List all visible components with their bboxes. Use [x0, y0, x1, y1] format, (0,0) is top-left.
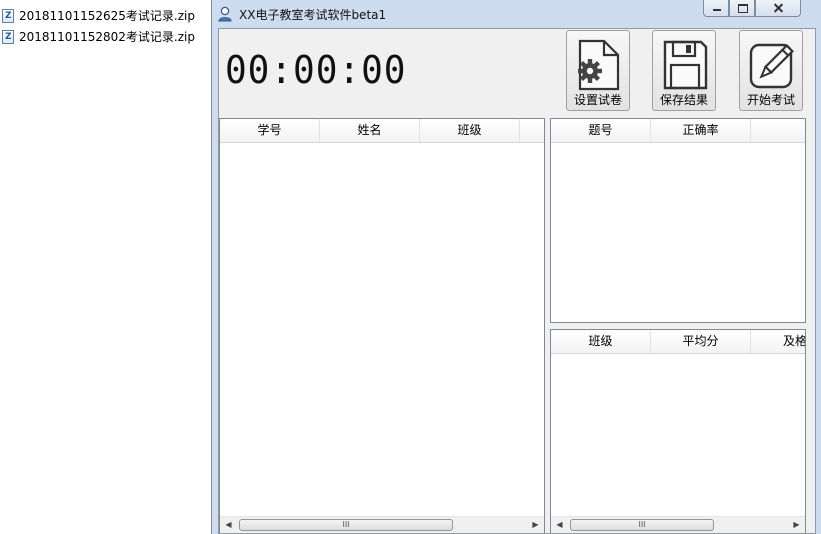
column-header-class[interactable]: 班级: [551, 330, 651, 353]
column-header-student-id[interactable]: 学号: [220, 119, 320, 142]
start-exam-label: 开始考试: [746, 93, 795, 107]
students-list[interactable]: 学号 姓名 班级 ◀ III ▶: [219, 118, 545, 533]
window-title: XX电子教室考试软件beta1: [239, 8, 387, 22]
window-controls: [703, 0, 801, 18]
scroll-left-arrow-icon[interactable]: ◀: [220, 517, 237, 533]
pencil-icon: [749, 43, 794, 89]
scroll-right-arrow-icon[interactable]: ▶: [788, 517, 805, 533]
file-name: 20181101152802考试记录.zip: [19, 30, 195, 44]
column-header-accuracy[interactable]: 正确率: [651, 119, 751, 142]
class-stats-list[interactable]: 班级 平均分 及格 ◀ III ▶: [550, 329, 806, 533]
file-name: 20181101152625考试记录.zip: [19, 9, 195, 23]
close-button[interactable]: [755, 0, 801, 17]
title-bar[interactable]: XX电子教室考试软件beta1: [212, 0, 821, 28]
start-exam-button[interactable]: 开始考试: [739, 30, 803, 111]
scroll-left-arrow-icon[interactable]: ◀: [551, 517, 568, 533]
timer-display: 00:00:00: [225, 48, 407, 92]
column-header-average[interactable]: 平均分: [651, 330, 751, 353]
scroll-right-arrow-icon[interactable]: ▶: [527, 517, 544, 533]
user-icon: [218, 6, 232, 22]
main-panel: 00:00:00 设置试卷 保存结果 开始考试 学号 姓名 班级 ◀ III ▶…: [218, 28, 816, 534]
file-item[interactable]: 20181101152802考试记录.zip: [0, 27, 212, 48]
setup-paper-label: 设置试卷: [573, 93, 622, 107]
column-header-name[interactable]: 姓名: [320, 119, 420, 142]
app-window: XX电子教室考试软件beta1 00:00:00 设置试卷 保存结果 开始考试 …: [211, 0, 821, 534]
setup-paper-button[interactable]: 设置试卷: [566, 30, 630, 111]
maximize-button[interactable]: [729, 0, 755, 17]
class-stats-list-header: 班级 平均分 及格: [551, 330, 805, 354]
column-header-filler: [520, 119, 544, 142]
gear-document-icon: [578, 39, 620, 91]
floppy-disk-icon: [663, 40, 708, 90]
column-header-pass[interactable]: 及格: [751, 330, 805, 353]
column-header-class[interactable]: 班级: [420, 119, 520, 142]
minimize-button[interactable]: [703, 0, 729, 17]
save-results-button[interactable]: 保存结果: [652, 30, 716, 111]
scrollbar-thumb[interactable]: III: [570, 519, 714, 531]
horizontal-scrollbar[interactable]: ◀ III ▶: [220, 516, 544, 533]
scrollbar-thumb[interactable]: III: [239, 519, 453, 531]
questions-list-header: 题号 正确率: [551, 119, 805, 143]
save-results-label: 保存结果: [659, 93, 708, 107]
students-list-header: 学号 姓名 班级: [220, 119, 544, 143]
file-list: 20181101152625考试记录.zip 20181101152802考试记…: [0, 6, 212, 48]
file-item[interactable]: 20181101152625考试记录.zip: [0, 6, 212, 27]
column-header-question-no[interactable]: 题号: [551, 119, 651, 142]
zip-file-icon: [2, 30, 14, 44]
questions-list[interactable]: 题号 正确率: [550, 118, 806, 323]
horizontal-scrollbar[interactable]: ◀ III ▶: [551, 516, 805, 533]
column-header-filler: [751, 119, 805, 142]
zip-file-icon: [2, 9, 14, 23]
